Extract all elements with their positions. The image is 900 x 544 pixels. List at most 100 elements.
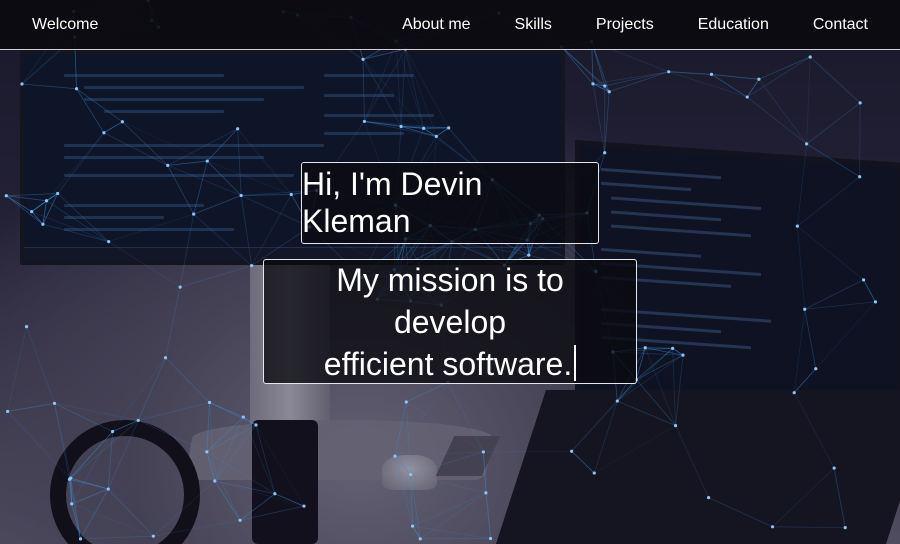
network-node: [236, 127, 240, 131]
network-node: [858, 101, 862, 105]
network-link: [153, 480, 216, 537]
network-link: [617, 400, 676, 427]
network-link: [251, 194, 292, 266]
network-node: [362, 119, 367, 124]
network-node: [56, 191, 60, 196]
network-node: [861, 278, 866, 282]
network-link: [796, 226, 806, 310]
network-node: [6, 409, 10, 414]
network-node: [107, 240, 111, 244]
network-link: [746, 78, 760, 98]
network-node: [289, 192, 293, 197]
network-node: [30, 210, 34, 214]
network-node: [873, 300, 878, 304]
network-link: [804, 279, 864, 310]
network-link: [207, 160, 292, 195]
network-node: [393, 454, 397, 458]
network-node: [615, 399, 619, 403]
network-node: [607, 90, 611, 94]
hero-mission-box: My mission is to develop efficient softw…: [263, 259, 637, 384]
network-link: [635, 347, 646, 380]
network-node: [603, 151, 607, 155]
network-node: [110, 429, 115, 434]
network-link: [69, 479, 81, 539]
network-node: [52, 401, 57, 406]
network-link: [69, 420, 139, 480]
network-link: [594, 425, 676, 474]
network-link: [138, 420, 208, 453]
network-link: [419, 492, 487, 540]
network-link: [69, 478, 109, 490]
network-link: [675, 355, 684, 426]
network-link: [193, 213, 252, 266]
network-link: [31, 200, 47, 212]
network-link: [179, 265, 252, 288]
text-cursor-icon: [574, 344, 577, 381]
network-link: [42, 223, 109, 243]
network-node: [106, 487, 110, 491]
nav-contact-link[interactable]: Contact: [813, 16, 868, 34]
network-link: [447, 382, 484, 453]
network-node: [843, 526, 847, 530]
network-node: [527, 253, 531, 257]
network-link: [237, 128, 242, 196]
network-link: [209, 402, 216, 481]
network-link: [436, 127, 449, 137]
network-node: [488, 536, 493, 541]
network-link: [57, 132, 105, 194]
network-link: [76, 88, 105, 133]
network-link: [863, 279, 876, 303]
nav-links: About me Skills Projects Education Conta…: [402, 16, 868, 34]
brand-welcome-link[interactable]: Welcome: [32, 16, 98, 34]
network-link: [206, 160, 242, 196]
network-node: [481, 450, 485, 454]
network-node: [667, 70, 671, 74]
network-link: [165, 357, 210, 403]
network-link: [708, 497, 773, 528]
network-node: [709, 72, 714, 76]
network-node: [681, 353, 685, 357]
network-link: [240, 195, 253, 266]
network-link: [206, 402, 210, 452]
hero-greeting: Hi, I'm Devin Kleman: [302, 166, 483, 239]
nav-education-link[interactable]: Education: [698, 16, 769, 34]
network-link: [604, 91, 610, 153]
network-link: [193, 195, 242, 215]
network-node: [20, 82, 24, 86]
nav-projects-link[interactable]: Projects: [596, 16, 654, 34]
network-node: [250, 264, 254, 268]
network-link: [796, 143, 808, 227]
network-link: [404, 48, 450, 129]
network-link: [362, 59, 365, 122]
network-node: [4, 194, 8, 198]
network-node: [239, 193, 243, 198]
network-link: [410, 451, 484, 475]
network-link: [561, 46, 610, 93]
network-link: [153, 519, 241, 537]
network-node: [41, 222, 45, 226]
network-node: [404, 400, 408, 404]
network-node: [166, 163, 170, 167]
network-link: [364, 48, 406, 122]
network-node: [706, 496, 711, 500]
network-link: [809, 56, 861, 104]
network-node: [213, 479, 217, 483]
network-node: [434, 134, 438, 138]
network-link: [76, 88, 123, 123]
network-link: [103, 132, 168, 166]
nav-skills-link[interactable]: Skills: [515, 16, 552, 34]
network-link: [167, 128, 238, 166]
network-link: [609, 71, 669, 93]
network-link: [668, 71, 748, 98]
network-node: [273, 492, 277, 496]
network-link: [107, 488, 154, 537]
nav-about-me-link[interactable]: About me: [402, 16, 470, 34]
network-node: [792, 391, 796, 395]
network-link: [644, 347, 676, 426]
network-node: [603, 84, 607, 88]
network-link: [21, 83, 77, 90]
network-node: [24, 325, 29, 329]
network-link: [404, 48, 437, 137]
network-node: [484, 491, 488, 495]
network-node: [422, 126, 426, 131]
